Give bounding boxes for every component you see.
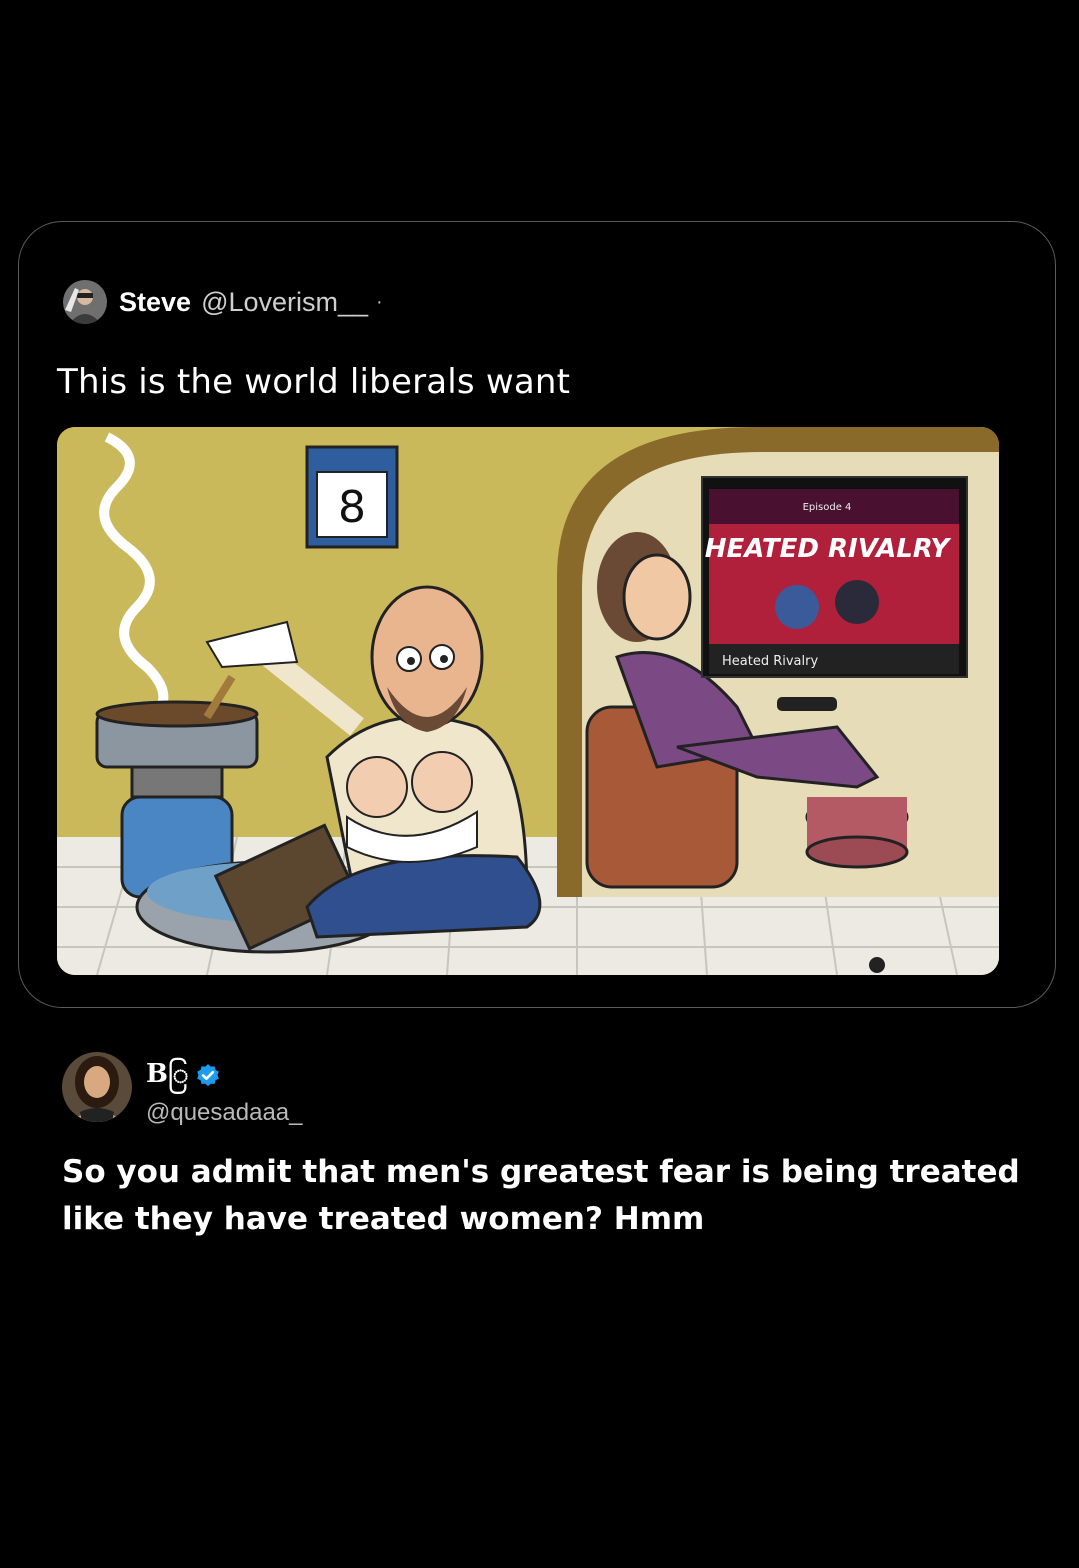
reply-author-avatar[interactable] [62, 1052, 132, 1122]
reply-post[interactable]: Bြ @quesadaaa_ So you admit that men's g… [62, 1052, 1022, 1243]
tv-episode-label: Episode 4 [803, 502, 852, 513]
quoted-author-name[interactable]: Steve [119, 287, 191, 318]
tv-show-title: HEATED RIVALRY [705, 534, 953, 564]
quoted-post-header: Steve @Loverism__ · [63, 280, 383, 324]
cartoon-illustration: 8 Episode 4 HEATED RIVALRY Heated Rivalr… [57, 427, 999, 975]
quoted-post-image[interactable]: 8 Episode 4 HEATED RIVALRY Heated Rivalr… [57, 427, 999, 975]
reply-author-handle[interactable]: @quesadaaa_ [146, 1099, 303, 1127]
quoted-author-avatar[interactable] [63, 280, 107, 324]
avatar-image [62, 1052, 132, 1122]
quoted-post-text: This is the world liberals want [57, 362, 571, 402]
separator-dot: · [376, 290, 383, 313]
quoted-post-card[interactable]: Steve @Loverism__ · This is the world li… [18, 221, 1056, 1008]
reply-author-name[interactable]: Bြ [146, 1056, 189, 1095]
verified-badge-icon [196, 1063, 219, 1086]
quoted-author-handle[interactable]: @Loverism__ [201, 287, 368, 318]
reply-text: So you admit that men's greatest fear is… [62, 1154, 1020, 1237]
tv-caption: Heated Rivalry [722, 654, 818, 669]
calendar-number: 8 [338, 482, 366, 533]
avatar-image [63, 280, 107, 324]
reply-header: Bြ @quesadaaa_ [62, 1052, 1022, 1127]
